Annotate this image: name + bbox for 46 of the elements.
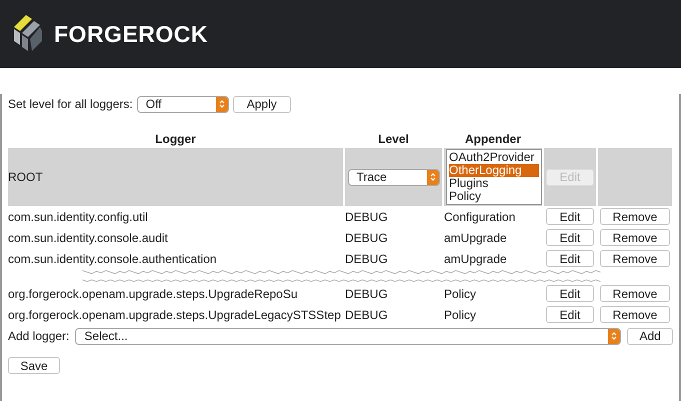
column-header: Level [377,132,410,148]
updown-arrows-icon [218,99,225,109]
appender-name: Policy [444,306,478,324]
level-value: DEBUG [345,250,389,268]
level-value: DEBUG [345,230,389,246]
level-value: DEBUG [345,286,389,302]
remove-button[interactable]: Remove [600,250,670,267]
remove-button[interactable]: Remove [600,229,670,246]
appender-option[interactable]: OtherLogging [449,164,539,177]
edit-button[interactable]: Edit [546,229,594,246]
logger-name: com.sun.identity.console.audit [8,230,169,246]
updown-arrows-icon [611,331,618,341]
appender-list[interactable]: OAuth2Provider OtherLogging Plugins Policy [446,149,542,205]
brand-name: FORGEROCK [54,20,208,48]
column-header: Appender [464,132,522,148]
level-dropdown[interactable]: Off [136,96,229,112]
level-value: DEBUG [345,208,389,226]
appender-option[interactable]: Plugins [449,177,539,190]
appender-name: Configuration [444,208,516,226]
set-level-label: Set level for all loggers: [8,97,133,111]
appender-option[interactable]: OAuth2Provider [449,151,539,164]
updown-arrows-icon [430,172,436,182]
edit-button[interactable]: Edit [546,208,594,225]
apply-button[interactable]: Apply [232,96,291,112]
remove-button[interactable]: Remove [600,285,670,302]
remove-button[interactable]: Remove [600,208,670,225]
logger-name: org.forgerock.openam.upgrade.steps.UpgradeLegacySTSStep [8,306,342,324]
remove-button[interactable]: Remove [600,306,670,323]
level-dropdown[interactable]: Trace [348,168,440,186]
edit-button[interactable]: Edit [546,306,594,323]
edit-button[interactable]: Edit [546,250,594,267]
logger-name: com.sun.identity.config.util [8,208,149,226]
add-logger-label: Add logger: [8,329,70,343]
column-header: Logger [154,132,197,148]
appender-option[interactable]: Policy [449,190,539,203]
logger-name: ROOT [8,170,43,184]
appender-name: Policy [444,286,478,302]
add-button[interactable]: Add [627,328,673,344]
logger-name: org.forgerock.openam.upgrade.steps.UpgradeRepoSu [8,286,299,302]
logger-dropdown[interactable]: Select... [75,328,622,344]
appender-name: amUpgrade [444,230,508,246]
save-button[interactable]: Save [8,357,60,374]
edit-button[interactable]: Edit [546,285,594,302]
logger-name: com.sun.identity.console.authentication [8,250,218,268]
appender-name: amUpgrade [444,250,508,268]
level-value: DEBUG [345,306,389,324]
